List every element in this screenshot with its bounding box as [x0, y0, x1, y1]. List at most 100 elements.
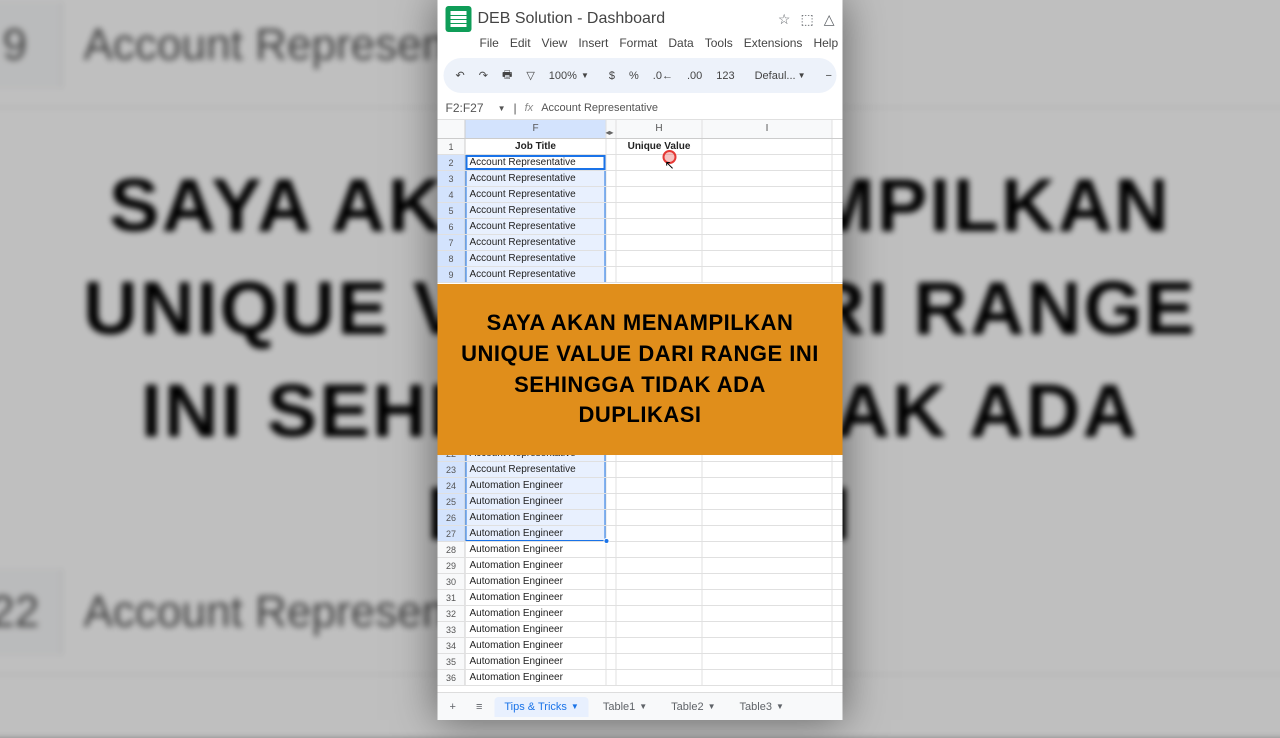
undo-button[interactable]: ↶	[450, 65, 471, 86]
row-header[interactable]: 36	[438, 670, 466, 685]
row-header[interactable]: 3	[438, 171, 466, 186]
cell[interactable]: Account Representative	[466, 171, 607, 186]
cell[interactable]	[617, 526, 703, 541]
spreadsheet-grid[interactable]: F ◂▸ H I 1Job TitleUnique Value2Account …	[438, 120, 843, 692]
menu-extensions[interactable]: Extensions	[740, 34, 807, 52]
cell[interactable]	[607, 171, 617, 186]
cell[interactable]	[703, 606, 833, 621]
cell[interactable]	[607, 542, 617, 557]
cell[interactable]: Automation Engineer	[466, 494, 607, 509]
menu-data[interactable]: Data	[664, 34, 697, 52]
cell[interactable]	[607, 235, 617, 250]
menu-file[interactable]: File	[476, 34, 503, 52]
cell[interactable]	[703, 155, 833, 170]
cell[interactable]	[617, 590, 703, 605]
document-title[interactable]: DEB Solution - Dashboard	[478, 10, 772, 28]
cell[interactable]	[617, 203, 703, 218]
cell[interactable]: Automation Engineer	[466, 670, 607, 685]
cell[interactable]	[607, 203, 617, 218]
tab-table2[interactable]: Table2▼	[661, 697, 725, 717]
row-header[interactable]: 32	[438, 606, 466, 621]
cell[interactable]	[607, 155, 617, 170]
cell[interactable]	[703, 171, 833, 186]
cell[interactable]	[617, 494, 703, 509]
menu-view[interactable]: View	[538, 34, 572, 52]
cell[interactable]	[703, 590, 833, 605]
cloud-icon[interactable]: △	[824, 11, 835, 28]
cell[interactable]	[607, 590, 617, 605]
row-header[interactable]: 4	[438, 187, 466, 202]
cell[interactable]: Automation Engineer	[466, 590, 607, 605]
row-header[interactable]: 2	[438, 155, 466, 170]
cell[interactable]	[703, 187, 833, 202]
cell[interactable]	[607, 510, 617, 525]
cell[interactable]	[617, 654, 703, 669]
cell[interactable]	[617, 510, 703, 525]
cell[interactable]	[703, 654, 833, 669]
cell[interactable]	[703, 478, 833, 493]
cell[interactable]: Account Representative	[466, 267, 607, 282]
cell[interactable]	[607, 670, 617, 685]
row-header[interactable]: 5	[438, 203, 466, 218]
cell[interactable]	[703, 670, 833, 685]
cell[interactable]: Automation Engineer	[466, 638, 607, 653]
formula-bar[interactable]: Account Representative	[541, 102, 658, 114]
cell[interactable]: Account Representative	[466, 155, 607, 170]
cell[interactable]	[617, 251, 703, 266]
tab-table3[interactable]: Table3▼	[730, 697, 794, 717]
paint-format-button[interactable]: ▽	[520, 65, 540, 86]
row-header[interactable]: 34	[438, 638, 466, 653]
print-button[interactable]: 🖶	[496, 62, 518, 89]
cell[interactable]: Account Representative	[466, 219, 607, 234]
chevron-down-icon[interactable]: ▼	[708, 702, 716, 711]
cell[interactable]	[617, 219, 703, 234]
cell[interactable]	[703, 251, 833, 266]
chevron-down-icon[interactable]: ▼	[571, 702, 579, 711]
row-header[interactable]: 7	[438, 235, 466, 250]
cell[interactable]	[617, 542, 703, 557]
row-header[interactable]: 31	[438, 590, 466, 605]
cell[interactable]: Automation Engineer	[466, 606, 607, 621]
cell[interactable]: Automation Engineer	[466, 558, 607, 573]
cell[interactable]	[617, 462, 703, 477]
currency-button[interactable]: $	[603, 66, 621, 86]
cell[interactable]	[617, 622, 703, 637]
cell[interactable]: Automation Engineer	[466, 542, 607, 557]
row-header[interactable]: 29	[438, 558, 466, 573]
cell[interactable]	[607, 267, 617, 282]
cell[interactable]	[703, 558, 833, 573]
star-icon[interactable]: ☆	[778, 11, 791, 28]
cell[interactable]: Automation Engineer	[466, 574, 607, 589]
cell[interactable]: Unique Value	[617, 139, 703, 154]
cell[interactable]: Automation Engineer	[466, 654, 607, 669]
tab-tips-tricks[interactable]: Tips & Tricks▼	[494, 697, 588, 717]
all-sheets-button[interactable]: ≡	[468, 697, 490, 717]
row-header[interactable]: 23	[438, 462, 466, 477]
menu-edit[interactable]: Edit	[506, 34, 535, 52]
cell[interactable]	[607, 558, 617, 573]
cell[interactable]: Job Title	[466, 139, 607, 154]
row-header[interactable]: 28	[438, 542, 466, 557]
add-sheet-button[interactable]: +	[442, 697, 464, 717]
cell[interactable]: Automation Engineer	[466, 526, 607, 541]
cell[interactable]: Account Representative	[466, 235, 607, 250]
cell[interactable]	[617, 478, 703, 493]
row-header[interactable]: 33	[438, 622, 466, 637]
chevron-down-icon[interactable]: ▼	[776, 702, 784, 711]
select-all-corner[interactable]	[438, 120, 466, 138]
menu-insert[interactable]: Insert	[574, 34, 612, 52]
row-header[interactable]: 1	[438, 139, 466, 154]
row-header[interactable]: 27	[438, 526, 466, 541]
move-icon[interactable]: ⬚	[800, 11, 813, 28]
cell[interactable]	[703, 462, 833, 477]
cell[interactable]	[607, 622, 617, 637]
row-header[interactable]: 6	[438, 219, 466, 234]
cell[interactable]	[703, 542, 833, 557]
cell[interactable]: Account Representative	[466, 187, 607, 202]
cell[interactable]: Account Representative	[466, 462, 607, 477]
cell[interactable]	[607, 638, 617, 653]
row-header[interactable]: 24	[438, 478, 466, 493]
cell[interactable]	[617, 606, 703, 621]
cell[interactable]	[617, 638, 703, 653]
cell[interactable]	[703, 235, 833, 250]
